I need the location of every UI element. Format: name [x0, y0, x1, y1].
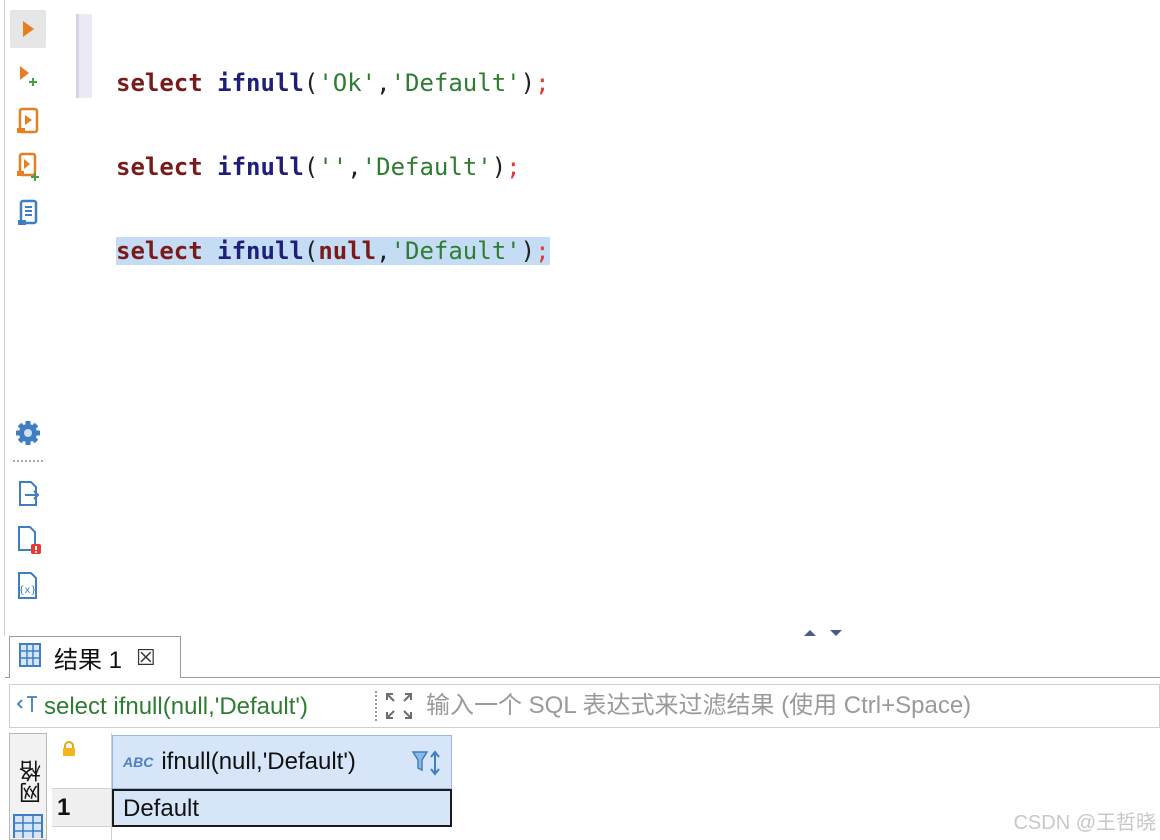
- editor-toolbar: {x}: [5, 0, 49, 636]
- export-icon[interactable]: [10, 475, 46, 513]
- grid-table-icon: [18, 642, 42, 673]
- close-icon[interactable]: ☒: [136, 645, 156, 671]
- comma-token: ,: [376, 237, 391, 265]
- keyword-token: select: [116, 153, 203, 181]
- function-token: ifnull: [217, 237, 304, 265]
- string-type-icon: ABC: [123, 754, 154, 770]
- expand-icon[interactable]: [384, 691, 414, 726]
- filter-bar: select ifnull(null,'Default'): [9, 684, 1160, 728]
- paren-token: ): [520, 237, 536, 265]
- paren-token: (: [303, 237, 319, 265]
- comma-token: ,: [347, 153, 362, 181]
- keyword-token: select: [116, 237, 203, 265]
- function-token: ifnull: [217, 153, 304, 181]
- code-line-current: select ifnull(null,'Default');: [116, 237, 1159, 265]
- comma-token: ,: [376, 69, 391, 97]
- execute-script-icon[interactable]: [10, 102, 46, 140]
- explain-plan-icon[interactable]: [10, 194, 46, 232]
- filter-divider: [375, 691, 377, 721]
- keyword-token: select: [116, 69, 203, 97]
- text-cursor-icon: [16, 692, 40, 721]
- svg-text:{x}: {x}: [18, 585, 36, 596]
- null-token: null: [318, 237, 377, 265]
- watermark: CSDN @王哲晓: [1013, 812, 1156, 834]
- string-token: 'Default': [390, 237, 521, 265]
- semicolon-token: ;: [506, 153, 521, 181]
- column-header[interactable]: ABC ifnull(null,'Default'): [112, 735, 452, 789]
- semicolon-token: ;: [535, 69, 550, 97]
- vertical-tab-label: 网格: [19, 760, 44, 804]
- row-number: 1: [52, 789, 112, 827]
- results-tabstrip: 结果 1 ☒: [5, 636, 1160, 678]
- execute-statement-icon[interactable]: [10, 10, 46, 48]
- function-token: ifnull: [217, 69, 304, 97]
- string-token: 'Default': [361, 153, 492, 181]
- string-token: 'Default': [390, 69, 521, 97]
- lock-icon: [62, 741, 76, 762]
- toolbar-separator: [13, 460, 43, 462]
- active-query[interactable]: select ifnull(null,'Default'): [16, 692, 308, 721]
- tab-label: 结果 1: [54, 647, 123, 674]
- execute-new-tab-icon[interactable]: [10, 56, 46, 94]
- execute-script-new-tab-icon[interactable]: [10, 148, 46, 186]
- gutter-marker: [76, 14, 79, 98]
- query-text: select ifnull(null,'Default'): [44, 692, 308, 720]
- row-number-empty: [52, 827, 112, 840]
- string-token: 'Ok': [318, 69, 377, 97]
- column-name: ifnull(null,'Default'): [161, 748, 356, 775]
- paren-token: ): [520, 69, 536, 97]
- problems-icon[interactable]: [10, 521, 46, 559]
- paren-token: (: [303, 153, 319, 181]
- paren-token: ): [491, 153, 507, 181]
- paren-token: (: [303, 69, 319, 97]
- filter-sort-icon[interactable]: [411, 748, 445, 783]
- string-token: '': [318, 153, 348, 181]
- settings-icon[interactable]: [10, 414, 46, 452]
- filter-input[interactable]: [426, 690, 1146, 722]
- semicolon-token: ;: [535, 237, 550, 265]
- code-line: select ifnull('Ok','Default');: [116, 69, 550, 97]
- grid-view-tab[interactable]: 网格: [9, 733, 47, 840]
- sql-editor[interactable]: select ifnull('Ok','Default'); select if…: [116, 13, 1159, 293]
- grid-table-icon: [13, 814, 43, 840]
- result-cell[interactable]: Default: [112, 789, 452, 827]
- code-line: select ifnull('','Default');: [116, 153, 550, 181]
- results-grid: ABC ifnull(null,'Default') 1 Default: [52, 733, 1160, 840]
- selection: select ifnull(null,'Default');: [116, 237, 550, 265]
- tab-results-1[interactable]: 结果 1 ☒: [9, 636, 181, 678]
- grid-corner: [52, 733, 112, 789]
- variables-icon[interactable]: {x}: [10, 567, 46, 605]
